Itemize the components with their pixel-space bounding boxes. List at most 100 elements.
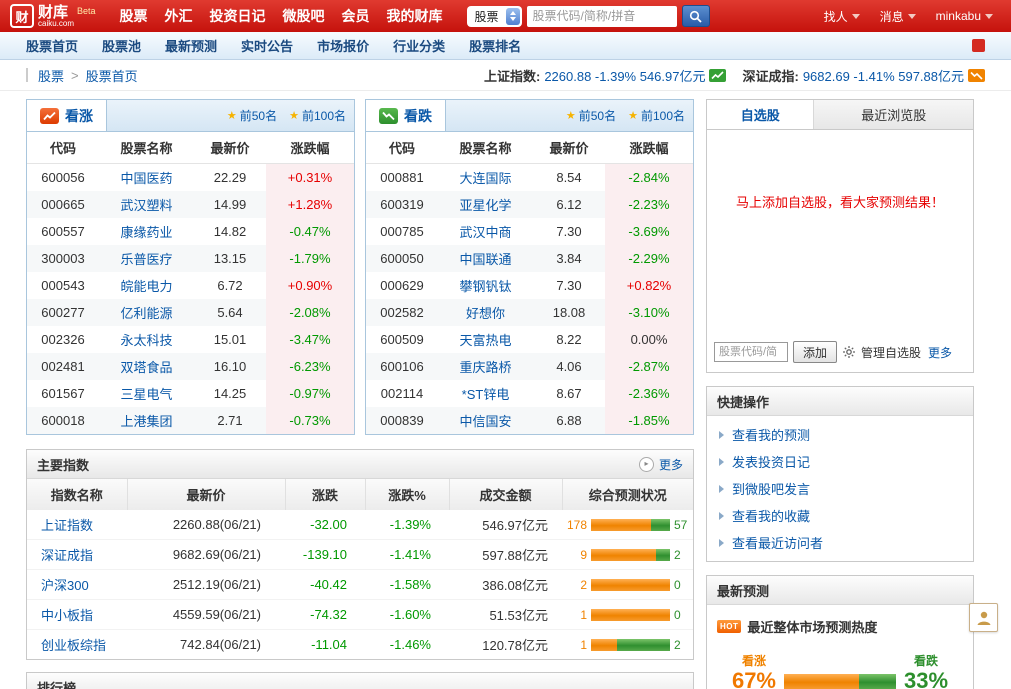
floating-feedback-button[interactable] <box>969 603 998 632</box>
bearish-top100-link[interactable]: ★前100名 <box>628 107 685 124</box>
stock-name-link[interactable]: 武汉中商 <box>438 218 533 245</box>
stock-price: 18.08 <box>533 299 605 326</box>
quick-action-item[interactable]: 发表投资日记 <box>719 448 961 475</box>
subnav-item[interactable]: 行业分类 <box>393 36 445 55</box>
subnav-item[interactable]: 股票池 <box>102 36 141 55</box>
stock-name-link[interactable]: *ST锌电 <box>438 380 533 407</box>
subnav-item[interactable]: 最新预测 <box>165 36 217 55</box>
minkabu-label: minkabu <box>936 9 981 23</box>
stock-name-link[interactable]: 天富热电 <box>438 326 533 353</box>
stock-name-link[interactable]: 双塔食品 <box>99 353 194 380</box>
index-name-link[interactable]: 沪深300 <box>27 570 127 600</box>
stock-code: 600056 <box>27 164 99 192</box>
quick-action-item[interactable]: 查看我的收藏 <box>719 502 961 529</box>
stock-code: 601567 <box>27 380 99 407</box>
indices-more-link[interactable]: ▸ 更多 <box>639 456 683 473</box>
index-name-link[interactable]: 中小板指 <box>27 600 127 630</box>
stock-name-link[interactable]: 攀钢钒钛 <box>438 272 533 299</box>
search-input[interactable] <box>527 6 677 27</box>
stock-name-link[interactable]: 乐普医疗 <box>99 245 194 272</box>
divider <box>26 68 28 82</box>
market-prediction-bar-group: 看涨 67% 看跌 33% <box>717 652 963 689</box>
latest-predictions-body: HOT 最近整体市场预测热度 看涨 67% 看跌 <box>707 605 973 689</box>
chevron-down-icon <box>908 14 916 19</box>
topnav-item[interactable]: 微股吧 <box>283 6 325 26</box>
subnav: 股票首页 股票池 最新预测 实时公告 市场报价 行业分类 股票排名 <box>0 32 1011 60</box>
messages-menu[interactable]: 消息 <box>880 8 916 25</box>
stock-name-link[interactable]: 三星电气 <box>99 380 194 407</box>
stock-name-link[interactable]: 重庆路桥 <box>438 353 533 380</box>
search-button[interactable] <box>682 5 710 27</box>
stock-change: -1.79% <box>266 245 354 272</box>
bullish-top100-link[interactable]: ★前100名 <box>289 107 346 124</box>
stock-code: 002114 <box>366 380 438 407</box>
stock-name-link[interactable]: 中国联通 <box>438 245 533 272</box>
stock-row: 000665武汉塑料14.99+1.28% <box>27 191 354 218</box>
stock-name-link[interactable]: 皖能电力 <box>99 272 194 299</box>
tab-watchlist[interactable]: 自选股 <box>707 100 813 129</box>
subnav-item[interactable]: 实时公告 <box>241 36 293 55</box>
find-people-menu[interactable]: 找人 <box>824 8 860 25</box>
index-volume: 120.78亿元 <box>449 630 562 660</box>
stock-name-link[interactable]: 康缘药业 <box>99 218 194 245</box>
stock-code: 600277 <box>27 299 99 326</box>
stock-name-link[interactable]: 好想你 <box>438 299 533 326</box>
logo-icon: 财 <box>10 4 34 28</box>
stock-change: -2.87% <box>605 353 693 380</box>
bearish-top50-link[interactable]: ★前50名 <box>566 107 616 124</box>
major-indices-header: 主要指数 ▸ 更多 <box>27 450 693 479</box>
tab-recently-viewed[interactable]: 最近浏览股 <box>813 100 973 129</box>
subnav-item[interactable]: 市场报价 <box>317 36 369 55</box>
search-category-select[interactable]: 股票 <box>467 6 522 27</box>
manage-watchlist-link[interactable]: 管理自选股 <box>861 344 921 361</box>
index-name-link[interactable]: 深证成指 <box>27 540 127 570</box>
topnav-item[interactable]: 投资日记 <box>210 6 266 26</box>
index-name-link[interactable]: 上证指数 <box>27 510 127 540</box>
topnav-item[interactable]: 会员 <box>342 6 370 26</box>
sh-index-ticker[interactable]: 上证指数: 2260.88 -1.39% 546.97亿元 <box>484 66 727 85</box>
stock-name-link[interactable]: 大连国际 <box>438 164 533 192</box>
add-stock-input[interactable] <box>714 342 788 362</box>
sz-index-ticker[interactable]: 深证成指: 9682.69 -1.41% 597.88亿元 <box>742 66 985 85</box>
stock-name-link[interactable]: 武汉塑料 <box>99 191 194 218</box>
quick-action-item[interactable]: 查看最近访问者 <box>719 529 961 556</box>
quick-action-item[interactable]: 到微股吧发言 <box>719 475 961 502</box>
stock-change: -2.36% <box>605 380 693 407</box>
stock-name-link[interactable]: 亿利能源 <box>99 299 194 326</box>
tab-bearish[interactable]: 看跌 <box>366 100 446 131</box>
breadcrumb-section[interactable]: 股票 <box>38 66 64 85</box>
bullish-top50-link[interactable]: ★前50名 <box>227 107 277 124</box>
stock-name-link[interactable]: 中国医药 <box>99 164 194 192</box>
topnav-item[interactable]: 外汇 <box>165 6 193 26</box>
breadcrumb-current[interactable]: 股票首页 <box>86 66 138 85</box>
quick-actions-list: 查看我的预测发表投资日记到微股吧发言查看我的收藏查看最近访问者 <box>707 416 973 561</box>
stock-price: 8.67 <box>533 380 605 407</box>
bullish-top-links: ★前50名 ★前100名 <box>227 100 354 131</box>
site-logo[interactable]: 财 财库 caiku.com Beta <box>10 4 96 28</box>
topnav-item[interactable]: 我的财库 <box>387 6 443 26</box>
tab-bullish-label: 看涨 <box>65 106 93 126</box>
watchlist-panel: 自选股 最近浏览股 马上添加自选股，看大家预测结果！ 添加 <box>706 99 974 373</box>
subnav-item[interactable]: 股票首页 <box>26 36 78 55</box>
prediction-bar-group: 17857 <box>563 518 692 532</box>
stock-name-link[interactable]: 亚星化学 <box>438 191 533 218</box>
stock-change: -1.85% <box>605 407 693 434</box>
bullish-panel: 看涨 ★前50名 ★前100名 代码股票名称最新价涨跌幅 600056中国医药2… <box>26 99 355 435</box>
bearish-stock-table: 代码股票名称最新价涨跌幅 000881大连国际8.54-2.84%600319亚… <box>366 132 693 434</box>
stock-name-link[interactable]: 上港集团 <box>99 407 194 434</box>
stock-name-link[interactable]: 永太科技 <box>99 326 194 353</box>
subnav-corner-icon[interactable] <box>972 39 985 52</box>
topnav-item[interactable]: 股票 <box>120 6 148 26</box>
watchlist-more-link[interactable]: 更多 <box>928 344 952 361</box>
quick-actions-header: 快捷操作 <box>707 387 973 416</box>
star-icon: ★ <box>566 109 576 122</box>
breadcrumb-separator: > <box>71 68 79 83</box>
stock-row: 600319亚星化学6.12-2.23% <box>366 191 693 218</box>
quick-action-item[interactable]: 查看我的预测 <box>719 421 961 448</box>
index-name-link[interactable]: 创业板综指 <box>27 630 127 660</box>
stock-name-link[interactable]: 中信国安 <box>438 407 533 434</box>
subnav-item[interactable]: 股票排名 <box>469 36 521 55</box>
minkabu-menu[interactable]: minkabu <box>936 9 993 23</box>
tab-bullish[interactable]: 看涨 <box>27 100 107 131</box>
add-stock-button[interactable]: 添加 <box>793 341 837 363</box>
